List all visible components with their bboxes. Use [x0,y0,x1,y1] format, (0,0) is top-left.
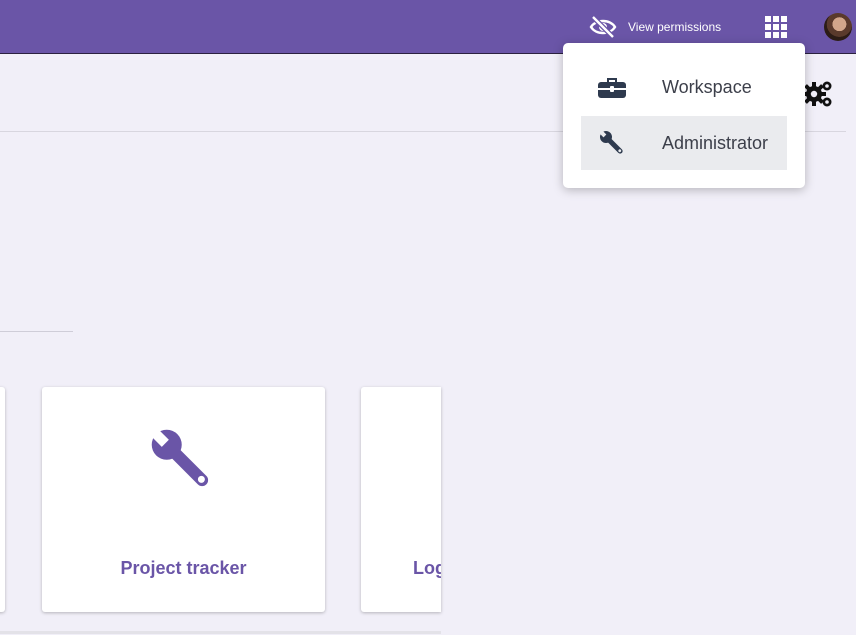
briefcase-icon [597,72,627,102]
menu-item-workspace[interactable]: Workspace [581,60,787,114]
wrench-icon [597,128,627,158]
section-divider [0,331,73,332]
card-title: Log [413,558,441,578]
menu-item-administrator[interactable]: Administrator [581,116,787,170]
grid-icon[interactable] [765,16,787,38]
role-dropdown-menu: Workspace Administrator [563,43,805,188]
menu-item-label: Workspace [662,76,752,97]
eye-slash-icon [589,15,617,39]
avatar[interactable] [824,13,852,41]
view-permissions-label: View permissions [628,20,722,34]
wrench-icon [150,428,209,487]
view-permissions-button[interactable]: View permissions [588,14,721,40]
card-title-clip: Log [361,540,441,590]
menu-item-label: Administrator [662,132,769,153]
card-title: Project tracker [120,558,247,578]
gears-icon[interactable] [802,78,834,110]
card-partial-left[interactable] [0,387,5,612]
scrollbar[interactable] [0,631,441,634]
